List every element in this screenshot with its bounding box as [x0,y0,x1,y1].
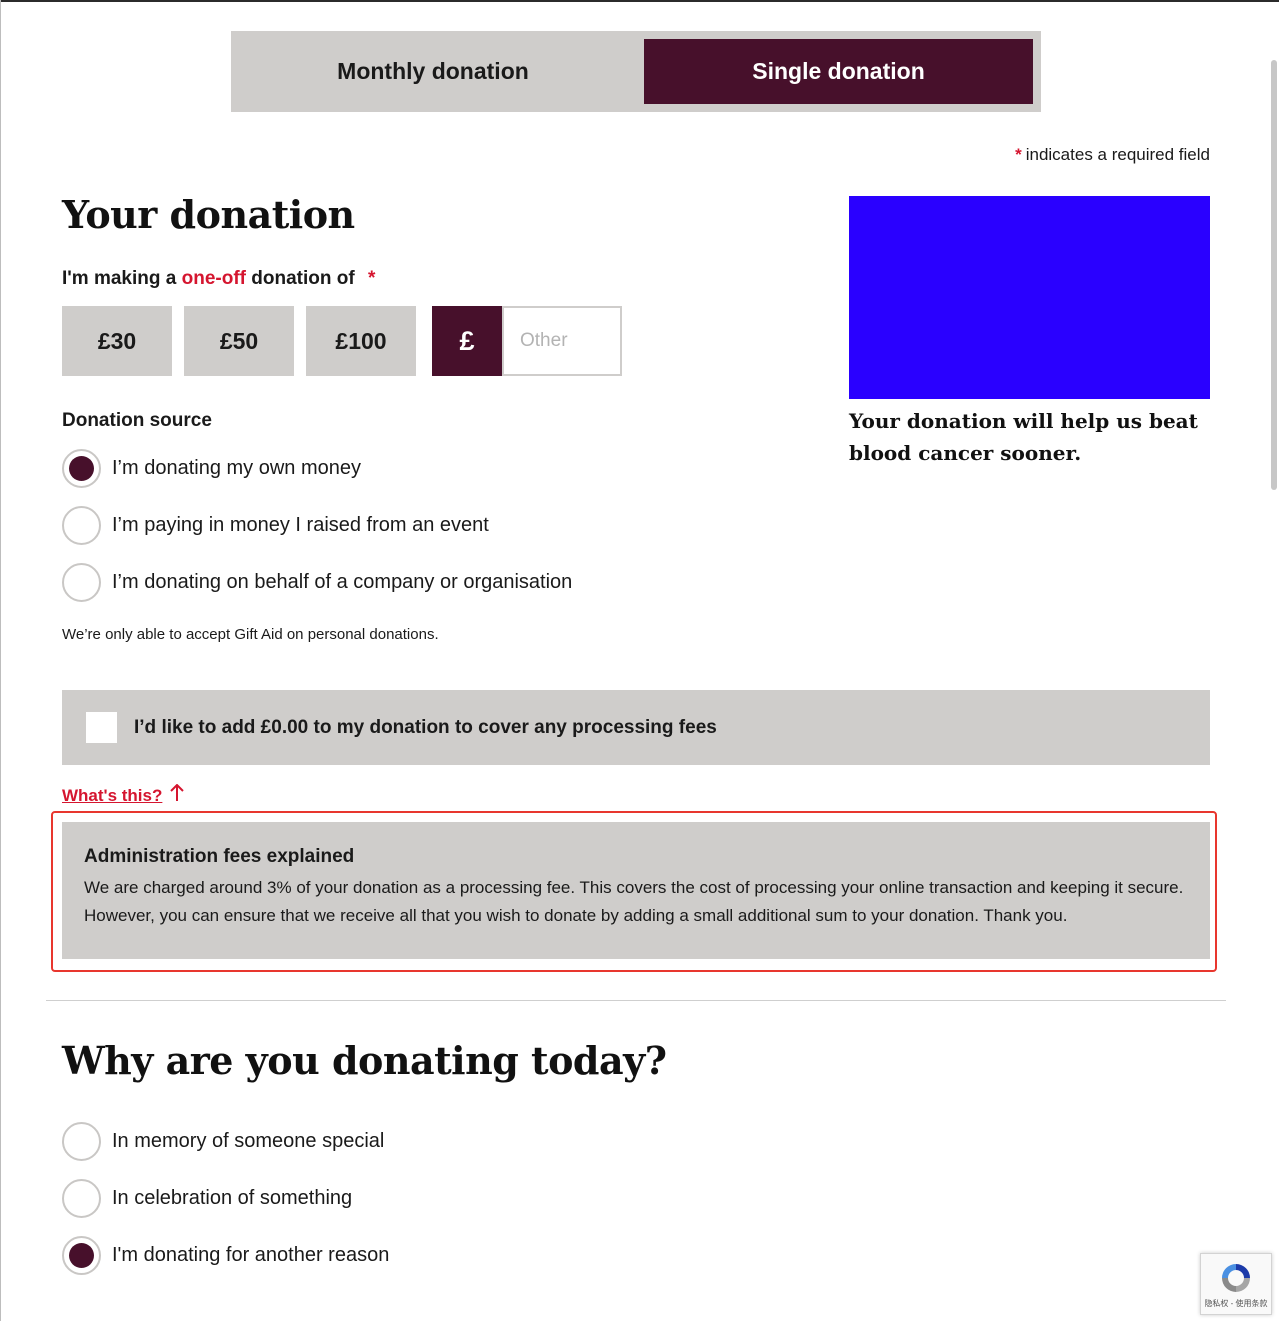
required-field-note: * indicates a required field [1015,145,1210,165]
source-option-label: I’m paying in money I raised from an eve… [112,514,489,536]
section-divider [46,1000,1226,1001]
promo-image [849,196,1210,399]
your-donation-heading: Your donation [62,192,355,237]
recaptcha-icon [1218,1260,1254,1296]
donation-source-label: Donation source [62,410,212,431]
amount-label-accent: one-off [181,268,246,289]
reason-option-label: In memory of someone special [112,1130,385,1152]
source-option-label: I’m donating my own money [112,457,362,479]
processing-fee-box: I’d like to add £0.00 to my donation to … [62,690,1210,765]
radio-button[interactable] [62,1236,101,1275]
radio-button[interactable] [62,563,101,602]
amount-button-30[interactable]: £30 [62,306,172,376]
reason-option-memory[interactable]: In memory of someone special [62,1122,384,1161]
currency-prefix: £ [432,306,502,376]
highlight-outline [51,811,1217,972]
whats-this-link[interactable]: What's this? [62,783,185,808]
recaptcha-links[interactable]: 隐私权 - 使用条款 [1204,1298,1267,1309]
amount-button-100[interactable]: £100 [306,306,416,376]
arrow-up-icon [170,783,185,808]
reason-option-celebration[interactable]: In celebration of something [62,1179,352,1218]
promo-text: Your donation will help us beat blood ca… [849,409,1198,465]
radio-selected-dot [69,1243,94,1268]
reason-option-label: In celebration of something [112,1187,353,1209]
scrollbar-thumb[interactable] [1271,60,1277,490]
radio-button[interactable] [62,506,101,545]
source-option-label: I’m donating on behalf of a company or o… [112,571,573,593]
donation-type-toggle: Monthly donation Single donation [231,31,1041,112]
required-star: * [367,268,376,289]
radio-button[interactable] [62,1122,101,1161]
single-donation-tab[interactable]: Single donation [644,39,1033,104]
radio-button[interactable] [62,449,101,488]
radio-selected-dot [69,456,94,481]
why-donating-heading: Why are you donating today? [62,1038,667,1083]
required-star: * [1015,145,1022,164]
amount-label-suffix: donation of [251,268,355,289]
gift-aid-note: We’re only able to accept Gift Aid on pe… [62,626,439,643]
other-amount-input[interactable] [502,306,622,376]
window-top-border [0,0,1279,2]
required-note-text: indicates a required field [1025,145,1210,164]
source-option-event[interactable]: I’m paying in money I raised from an eve… [62,506,489,545]
recaptcha-badge[interactable]: 隐私权 - 使用条款 [1200,1253,1272,1315]
amount-label: I'm making a one-off donation of * [62,268,375,290]
source-option-own-money[interactable]: I’m donating my own money [62,449,361,488]
amount-label-prefix: I'm making a [62,268,177,289]
processing-fee-checkbox[interactable] [86,712,117,743]
amount-button-50[interactable]: £50 [184,306,294,376]
processing-fee-label: I’d like to add £0.00 to my donation to … [134,716,717,738]
reason-option-other[interactable]: I'm donating for another reason [62,1236,389,1275]
reason-option-label: I'm donating for another reason [112,1244,390,1266]
whats-this-label: What's this? [62,786,163,805]
source-option-company[interactable]: I’m donating on behalf of a company or o… [62,563,572,602]
window-left-border [0,0,1,1321]
monthly-donation-tab[interactable]: Monthly donation [239,39,627,104]
radio-button[interactable] [62,1179,101,1218]
